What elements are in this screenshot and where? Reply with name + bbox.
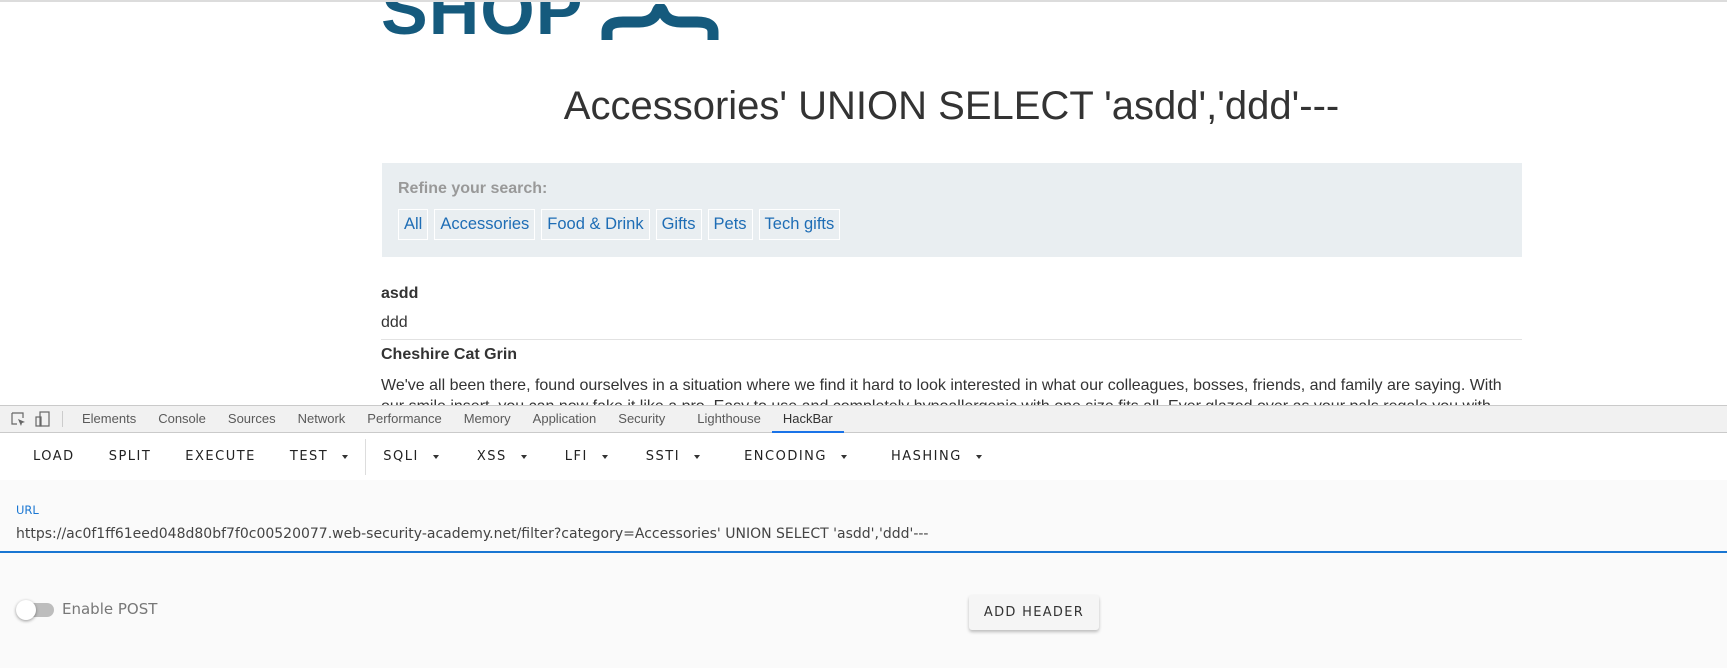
result-title: asdd (381, 285, 419, 302)
encoding-dropdown[interactable]: ENCODING (731, 439, 860, 475)
chevron-down-icon (694, 454, 701, 459)
web-page-viewport: SHOP Accessories' UNION SELECT 'asdd','d… (0, 0, 1727, 405)
lfi-dropdown[interactable]: LFI (552, 439, 621, 475)
filter-link-all[interactable]: All (398, 209, 429, 240)
tab-network[interactable]: Network (287, 406, 357, 433)
chevron-down-icon (432, 454, 439, 459)
sqli-dropdown[interactable]: SQLI (370, 439, 452, 475)
xss-dropdown[interactable]: XSS (464, 439, 540, 475)
ssti-dropdown[interactable]: SSTI (633, 439, 713, 475)
shop-logo[interactable]: SHOP (381, 0, 719, 49)
tab-sources[interactable]: Sources (217, 406, 287, 433)
tab-elements[interactable]: Elements (71, 406, 147, 433)
inspect-element-icon[interactable] (6, 406, 30, 432)
load-label: LOAD (33, 448, 75, 464)
filter-label: Refine your search: (398, 180, 548, 197)
tab-console[interactable]: Console (147, 406, 217, 433)
tab-hackbar[interactable]: HackBar (771, 406, 844, 433)
result-description: ddd (381, 314, 408, 331)
url-input[interactable] (16, 519, 1727, 549)
post-options-row: Enable POST ADD HEADER (0, 585, 1727, 635)
tab-memory[interactable]: Memory (453, 406, 522, 433)
result-description: We've all been there, found ourselves in… (381, 377, 1502, 405)
page-title: Accessories' UNION SELECT 'asdd','ddd'--… (563, 84, 1340, 128)
xss-label: XSS (476, 448, 507, 464)
result-title: Cheshire Cat Grin (381, 346, 518, 363)
execute-button[interactable]: EXECUTE (172, 439, 269, 475)
tab-security[interactable]: Security (607, 406, 676, 433)
sqli-label: SQLI (383, 448, 419, 464)
result-divider (381, 339, 1522, 340)
chevron-down-icon (342, 454, 349, 459)
enable-post-toggle[interactable] (16, 600, 54, 620)
filter-link-tech-gifts[interactable]: Tech gifts (758, 209, 841, 240)
enable-post-label: Enable POST (62, 600, 158, 618)
hashing-dropdown[interactable]: HASHING (878, 439, 995, 475)
test-label: TEST (289, 448, 329, 464)
hackbar-toolbar: LOAD SPLIT EXECUTE TEST SQLI XSS LFI SST… (0, 433, 1727, 480)
load-button[interactable]: LOAD (20, 439, 88, 475)
tab-lighthouse[interactable]: Lighthouse (686, 406, 772, 433)
tab-application[interactable]: Application (522, 406, 608, 433)
logo-brace-icon (601, 4, 719, 40)
filter-panel: Refine your search: All Accessories Food… (382, 163, 1522, 257)
hashing-label: HASHING (890, 448, 962, 464)
toggle-thumb (16, 600, 36, 620)
chevron-down-icon (840, 454, 847, 459)
filter-link-food-drink[interactable]: Food & Drink (541, 209, 650, 240)
filter-link-accessories[interactable]: Accessories (434, 209, 536, 240)
url-input-underline (0, 551, 1727, 553)
encoding-label: ENCODING (744, 448, 827, 464)
filter-link-pets[interactable]: Pets (707, 209, 753, 240)
execute-label: EXECUTE (185, 448, 256, 464)
add-header-button[interactable]: ADD HEADER (969, 595, 1099, 630)
url-label: URL (16, 503, 39, 517)
filter-link-gifts[interactable]: Gifts (655, 209, 702, 240)
ssti-label: SSTI (645, 448, 681, 464)
devtools-panel: Elements Console Sources Network Perform… (0, 405, 1727, 668)
logo-text: SHOP (381, 0, 584, 49)
split-label: SPLIT (108, 448, 152, 464)
device-toolbar-icon[interactable] (30, 406, 54, 432)
chevron-down-icon (601, 454, 608, 459)
tabbar-separator (62, 411, 63, 427)
toolbar-separator (365, 438, 367, 475)
test-dropdown[interactable]: TEST (277, 439, 361, 475)
tab-performance[interactable]: Performance (356, 406, 452, 433)
chevron-down-icon (520, 454, 527, 459)
split-button[interactable]: SPLIT (96, 439, 165, 475)
url-field-container: URL (0, 495, 1727, 555)
devtools-tabbar: Elements Console Sources Network Perform… (0, 405, 1727, 433)
chevron-down-icon (975, 454, 982, 459)
filter-links: All Accessories Food & Drink Gifts Pets … (398, 209, 1506, 240)
lfi-label: LFI (564, 448, 588, 464)
result-item: Cheshire Cat Grin We've all been there, … (381, 346, 1522, 405)
result-item: asdd ddd (381, 285, 1522, 332)
